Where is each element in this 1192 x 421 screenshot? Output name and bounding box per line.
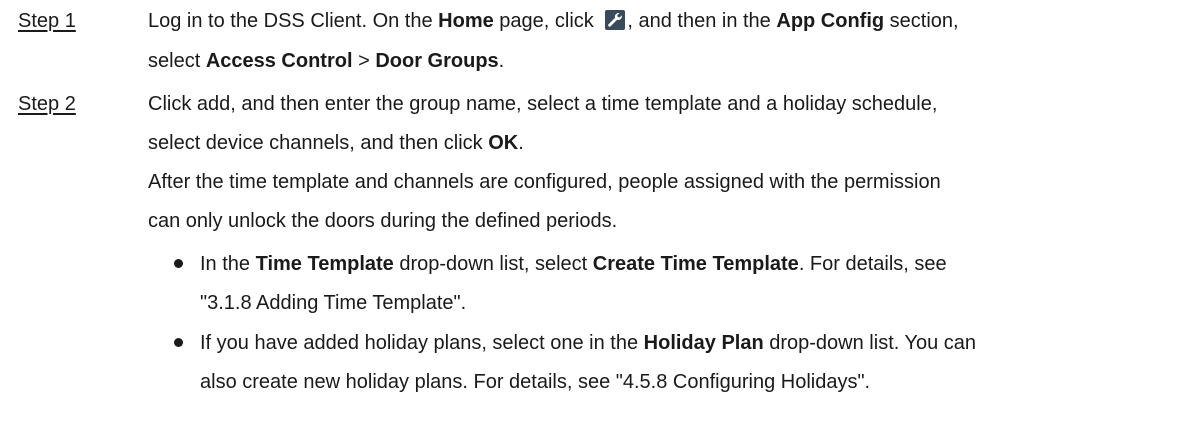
time-template-keyword: Time Template	[255, 253, 394, 275]
door-groups-keyword: Door Groups	[375, 50, 499, 72]
bullet-text: In the	[200, 253, 256, 275]
create-time-template-keyword: Create Time Template	[592, 253, 799, 275]
wrench-icon	[605, 9, 626, 30]
step-1-line-2: select Access Control > Door Groups.	[148, 46, 504, 76]
bullet-2-line-2: also create new holiday plans. For detai…	[200, 371, 871, 393]
holiday-plan-keyword: Holiday Plan	[643, 332, 764, 354]
step-1-text: , and then in the	[627, 10, 777, 32]
step-1-label: Step 1	[18, 10, 76, 32]
step-1-text: page, click	[493, 10, 600, 32]
bullet-1-line-1: In the Time Template drop-down list, sel…	[200, 249, 947, 279]
app-config-keyword: App Config	[776, 10, 885, 32]
step-1-text: section,	[884, 10, 959, 32]
step-2-line-4: can only unlock the doors during the def…	[148, 210, 618, 232]
step-1-text: .	[498, 50, 505, 72]
step-2-line-3: After the time template and channels are…	[148, 171, 941, 193]
home-keyword: Home	[438, 10, 494, 32]
step-2-line-2: select device channels, and then click O…	[148, 128, 524, 158]
document-page: Step 1 Log in to the DSS Client. On the …	[0, 0, 1192, 421]
bullet-text: . For details, see	[798, 253, 947, 275]
step-2-label: Step 2	[18, 93, 76, 115]
bullet-text: drop-down list. You can	[763, 332, 977, 354]
step-2-text: .	[518, 132, 524, 154]
step-1-text: Log in to the DSS Client. On the	[148, 10, 439, 32]
step-2-text: select device channels, and then click	[148, 132, 489, 154]
bullet-text: If you have added holiday plans, select …	[200, 332, 644, 354]
step-1-text: select	[148, 50, 206, 72]
bullet-dot	[174, 338, 183, 347]
bullet-1-line-2: "3.1.8 Adding Time Template".	[200, 292, 467, 314]
step-1-line-1: Log in to the DSS Client. On the Home pa…	[148, 6, 959, 36]
bullet-2-line-1: If you have added holiday plans, select …	[200, 328, 976, 358]
ok-keyword: OK	[488, 132, 519, 154]
step-2-line-1: Click add, and then enter the group name…	[148, 93, 938, 115]
step-1-text: >	[352, 50, 376, 72]
bullet-text: drop-down list, select	[393, 253, 593, 275]
bullet-dot	[174, 259, 183, 268]
access-control-keyword: Access Control	[205, 50, 353, 72]
